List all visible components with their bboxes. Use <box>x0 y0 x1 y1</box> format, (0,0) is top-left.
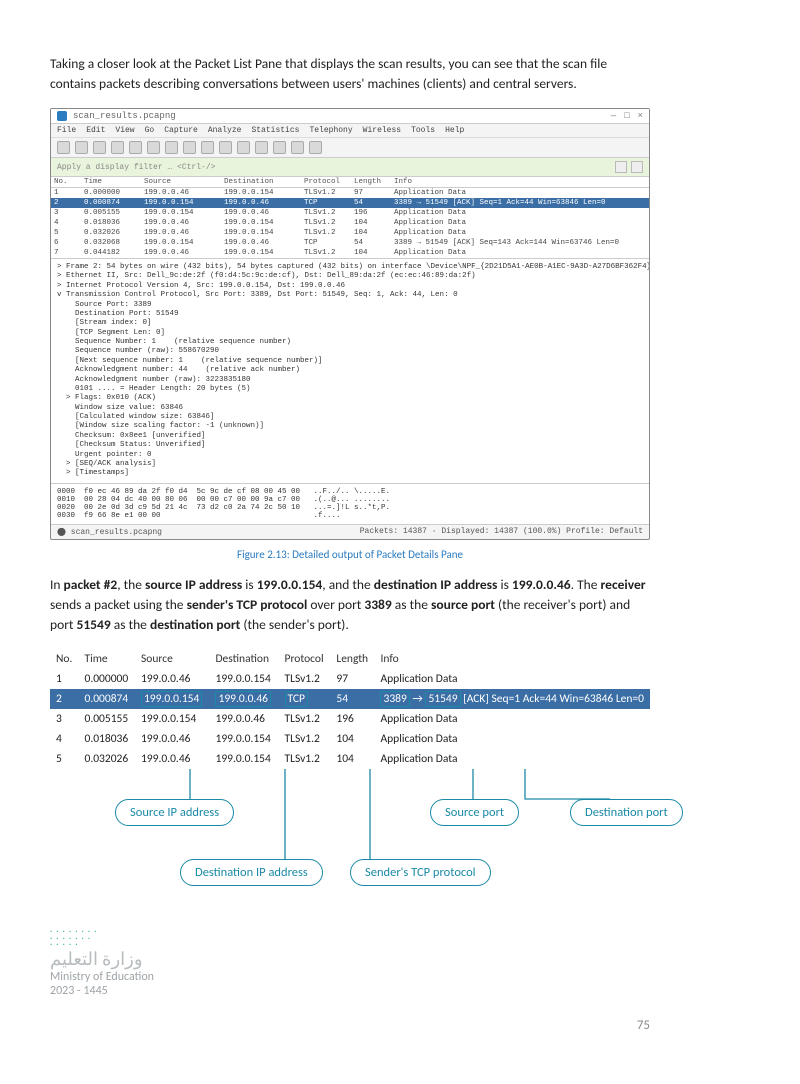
app-icon <box>57 111 67 121</box>
toolbar-button[interactable] <box>255 141 268 154</box>
menu-item[interactable]: View <box>115 126 134 135</box>
table-row[interactable]: 70.044182199.0.0.46199.0.0.154TLSv1.2104… <box>51 248 649 258</box>
col-time[interactable]: Time <box>81 177 141 188</box>
filter-icon[interactable] <box>615 161 627 173</box>
packet-table-detail: No. Time Source Destination Protocol Len… <box>50 649 650 769</box>
table-row[interactable]: 30.005155199.0.0.154199.0.0.46TLSv1.2196… <box>51 208 649 218</box>
table-row[interactable]: 50.032026199.0.0.46199.0.0.154TLSv1.2104… <box>51 228 649 238</box>
toolbar-button[interactable] <box>219 141 232 154</box>
table-row[interactable]: 50.032026199.0.0.46199.0.0.154TLSv1.2104… <box>50 749 650 769</box>
toolbar-button[interactable] <box>129 141 142 154</box>
col-protocol[interactable]: Protocol <box>279 649 331 669</box>
arabic-title: وزارة التعليم <box>50 948 650 970</box>
col-no[interactable]: No. <box>50 649 78 669</box>
menu-item[interactable]: Statistics <box>251 126 299 135</box>
col-source[interactable]: Source <box>141 177 221 188</box>
table-row[interactable]: 30.005155199.0.0.154199.0.0.46TLSv1.2196… <box>50 709 650 729</box>
col-time[interactable]: Time <box>78 649 134 669</box>
callout-dest-port: Destination port <box>570 799 683 826</box>
col-length[interactable]: Length <box>330 649 374 669</box>
col-dest[interactable]: Destination <box>209 649 278 669</box>
callout-source-ip: Source IP address <box>115 799 234 826</box>
annotated-packet-table: No. Time Source Destination Protocol Len… <box>50 649 650 909</box>
wireshark-screenshot: scan_results.pcapng — □ × File Edit View… <box>50 108 650 540</box>
figure-caption: Figure 2.13: Detailed output of Packet D… <box>50 548 650 561</box>
source-port-highlight: 3389 <box>380 691 409 707</box>
toolbar-button[interactable] <box>237 141 250 154</box>
toolbar-button[interactable] <box>57 141 70 154</box>
filter-placeholder: Apply a display filter … <Ctrl-/> <box>57 163 215 172</box>
col-protocol[interactable]: Protocol <box>301 177 351 188</box>
packet-bytes-pane[interactable]: 0000 f0 ec 46 89 da 2f f0 d4 5c 9c de cf… <box>51 483 649 524</box>
toolbar-button[interactable] <box>93 141 106 154</box>
window-titlebar: scan_results.pcapng — □ × <box>51 109 649 124</box>
maximize-icon[interactable]: □ <box>624 111 629 121</box>
dest-ip-highlight: 199.0.0.46 <box>215 691 271 707</box>
table-row[interactable]: 20.000874199.0.0.154199.0.0.46TCP543389 … <box>51 198 649 208</box>
toolbar <box>51 138 649 158</box>
toolbar-button[interactable] <box>201 141 214 154</box>
toolbar-button[interactable] <box>183 141 196 154</box>
col-source[interactable]: Source <box>135 649 210 669</box>
table-row[interactable]: 40.018036199.0.0.46199.0.0.154TLSv1.2104… <box>51 218 649 228</box>
window-title: scan_results.pcapng <box>73 111 176 121</box>
status-bar: ⬤ scan_results.pcapng Packets: 14387 · D… <box>51 524 649 539</box>
col-info[interactable]: Info <box>374 649 650 669</box>
menu-item[interactable]: Capture <box>164 126 198 135</box>
dest-port-highlight: 51549 <box>425 691 460 707</box>
intro-text: Taking a closer look at the Packet List … <box>50 54 650 95</box>
callout-dest-ip: Destination IP address <box>180 859 323 886</box>
protocol-highlight: TCP <box>285 691 308 707</box>
table-row[interactable]: 10.000000199.0.0.46199.0.0.154TLSv1.297A… <box>51 188 649 199</box>
close-icon[interactable]: × <box>638 111 643 121</box>
menu-item[interactable]: Help <box>445 126 464 135</box>
filter-icon[interactable] <box>631 161 643 173</box>
packet-details-pane[interactable]: > Frame 2: 54 bytes on wire (432 bits), … <box>51 258 649 483</box>
col-dest[interactable]: Destination <box>221 177 301 188</box>
menu-item[interactable]: Tools <box>411 126 435 135</box>
table-row[interactable]: 40.018036199.0.0.46199.0.0.154TLSv1.2104… <box>50 729 650 749</box>
toolbar-button[interactable] <box>147 141 160 154</box>
col-info[interactable]: Info <box>391 177 649 188</box>
toolbar-button[interactable] <box>309 141 322 154</box>
menu-item[interactable]: File <box>57 126 76 135</box>
toolbar-button[interactable] <box>111 141 124 154</box>
col-no[interactable]: No. <box>51 177 81 188</box>
toolbar-button[interactable] <box>165 141 178 154</box>
ministry-logo: · · · · · · · ·· · · · · · ·· · · · · وز… <box>50 929 650 998</box>
table-row-selected[interactable]: 2 0.000874 199.0.0.154 199.0.0.46 TCP 54… <box>50 689 650 709</box>
logo-dots-icon: · · · · · · · ·· · · · · · ·· · · · · <box>50 929 650 948</box>
menubar: File Edit View Go Capture Analyze Statis… <box>51 124 649 138</box>
menu-item[interactable]: Wireless <box>363 126 401 135</box>
menu-item[interactable]: Telephony <box>309 126 352 135</box>
callout-overlay: Source IP address Destination IP address… <box>50 769 650 909</box>
status-filename: ⬤ scan_results.pcapng <box>57 527 162 537</box>
year-line: 2023 - 1445 <box>50 984 650 998</box>
toolbar-button[interactable] <box>75 141 88 154</box>
callout-source-port: Source port <box>430 799 519 826</box>
minimize-icon[interactable]: — <box>611 111 616 121</box>
packet-list-table: No. Time Source Destination Protocol Len… <box>51 177 649 258</box>
status-packets: Packets: 14387 · Displayed: 14387 (100.0… <box>360 527 643 537</box>
display-filter-bar[interactable]: Apply a display filter … <Ctrl-/> <box>51 158 649 177</box>
table-row[interactable]: 10.000000199.0.0.46199.0.0.154TLSv1.297A… <box>50 669 650 689</box>
menu-item[interactable]: Edit <box>86 126 105 135</box>
page-number: 75 <box>50 1018 650 1033</box>
callout-lines <box>50 769 750 909</box>
menu-item[interactable]: Go <box>145 126 155 135</box>
toolbar-button[interactable] <box>273 141 286 154</box>
toolbar-button[interactable] <box>291 141 304 154</box>
callout-tcp: Sender's TCP protocol <box>350 859 491 886</box>
description-text: In packet #2, the source IP address is 1… <box>50 575 650 636</box>
source-ip-highlight: 199.0.0.154 <box>141 691 202 707</box>
col-length[interactable]: Length <box>351 177 391 188</box>
table-row[interactable]: 60.032068199.0.0.154199.0.0.46TCP543389 … <box>51 238 649 248</box>
ministry-name: Ministry of Education <box>50 970 650 984</box>
menu-item[interactable]: Analyze <box>208 126 242 135</box>
